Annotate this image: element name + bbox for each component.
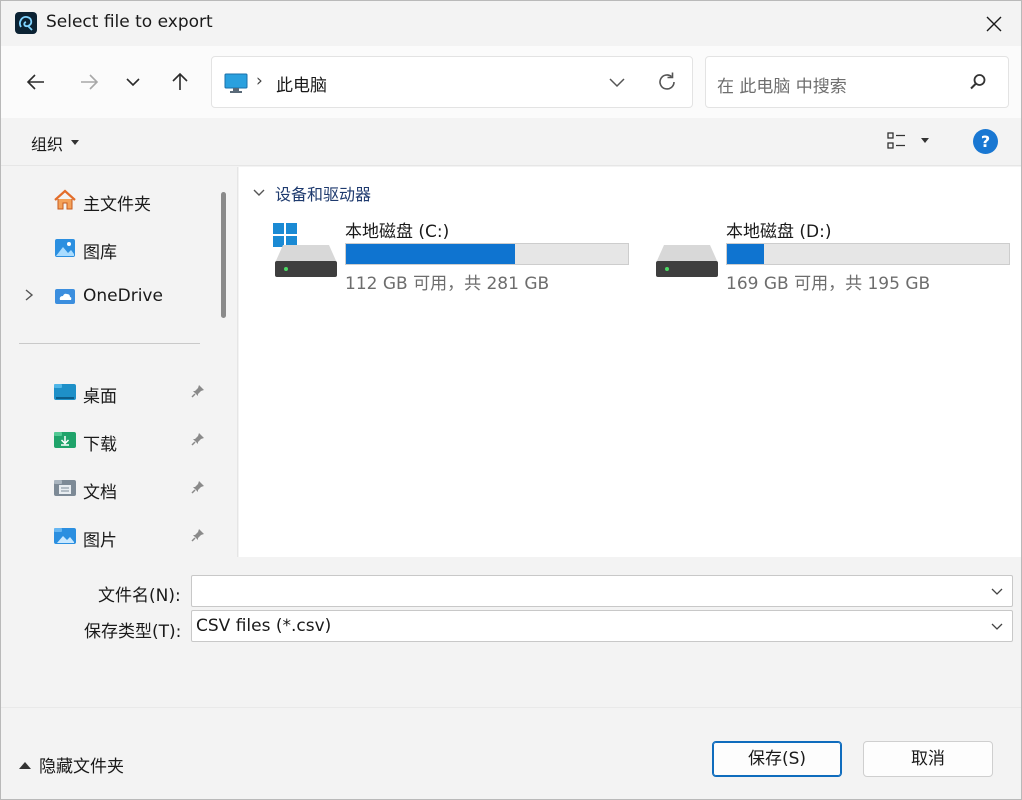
save-button[interactable]: 保存(S) xyxy=(712,741,842,777)
chevron-down-icon xyxy=(126,78,140,87)
drive-usage-fill xyxy=(727,244,764,264)
filetype-value: CSV files (*.csv) xyxy=(196,616,332,636)
sidebar-item-label: OneDrive xyxy=(83,286,163,306)
caret-down-icon xyxy=(71,140,80,145)
onedrive-cloud-icon xyxy=(55,289,75,304)
sidebar-item-home[interactable]: 主文件夹 xyxy=(1,180,213,220)
window-title: Select file to export xyxy=(46,12,213,32)
file-list-pane: 设备和驱动器 本地磁盘 (C:) 112 GB 可用，共 281 GB 本地磁盘… xyxy=(239,167,1021,557)
sidebar-item-downloads[interactable]: 下载 xyxy=(1,420,213,460)
breadcrumb-separator: › xyxy=(256,71,263,91)
organize-menu-button[interactable]: 组织 xyxy=(31,131,80,155)
title-bar: Select file to export xyxy=(1,1,1021,46)
command-bar: 组织 ? xyxy=(1,118,1021,166)
drive-c[interactable]: 本地磁盘 (C:) 112 GB 可用，共 281 GB xyxy=(273,213,653,294)
arrow-up-icon xyxy=(172,72,188,90)
arrow-right-icon xyxy=(81,74,99,90)
address-bar[interactable]: › 此电脑 xyxy=(211,56,693,108)
pin-icon[interactable] xyxy=(191,432,205,446)
search-icon xyxy=(970,74,986,90)
chevron-down-icon[interactable] xyxy=(990,619,1004,633)
drive-free-space: 169 GB 可用，共 195 GB xyxy=(726,274,931,294)
sidebar-scrollbar[interactable] xyxy=(221,192,226,318)
drive-d[interactable]: 本地磁盘 (D:) 169 GB 可用，共 195 GB xyxy=(654,213,1022,294)
forward-button[interactable] xyxy=(74,67,104,97)
drive-usage-bar xyxy=(726,243,1010,265)
sidebar-item-label: 桌面 xyxy=(83,387,117,407)
sidebar-divider xyxy=(19,343,200,344)
dialog-footer: 隐藏文件夹 保存(S) 取消 xyxy=(1,707,1021,799)
refresh-icon[interactable] xyxy=(655,70,679,94)
devices-group-header[interactable]: 设备和驱动器 xyxy=(253,181,371,205)
sidebar-item-onedrive[interactable]: OneDrive xyxy=(1,276,213,316)
sidebar-item-label: 图片 xyxy=(83,531,117,551)
pin-icon[interactable] xyxy=(191,528,205,542)
recent-locations-button[interactable] xyxy=(118,67,148,97)
caret-down-icon xyxy=(921,138,929,143)
sidebar-item-pictures[interactable]: 图片 xyxy=(1,516,213,556)
chevron-down-icon[interactable] xyxy=(990,584,1004,598)
desktop-folder-icon xyxy=(54,384,76,400)
this-pc-icon xyxy=(224,73,248,93)
drive-usage-fill xyxy=(346,244,516,264)
drive-name: 本地磁盘 (D:) xyxy=(726,222,832,242)
hide-folders-button[interactable]: 隐藏文件夹 xyxy=(19,752,124,777)
pane-divider[interactable] xyxy=(237,167,238,557)
change-view-button[interactable] xyxy=(887,132,929,150)
help-button[interactable]: ? xyxy=(973,129,998,154)
save-file-dialog: Select file to export › 此电脑 在 此电脑 中搜索 组织… xyxy=(0,0,1022,800)
navigation-bar: › 此电脑 在 此电脑 中搜索 xyxy=(1,46,1021,118)
sidebar-item-label: 主文件夹 xyxy=(83,195,151,215)
breadcrumb-this-pc[interactable]: 此电脑 xyxy=(276,71,327,96)
close-button[interactable] xyxy=(976,9,1012,39)
chevron-up-icon xyxy=(19,761,31,769)
organize-label: 组织 xyxy=(31,135,64,154)
details-view-icon xyxy=(887,132,905,149)
pin-icon[interactable] xyxy=(191,384,205,398)
pictures-folder-icon xyxy=(54,528,76,544)
sidebar-item-label: 下载 xyxy=(83,435,117,455)
filetype-select[interactable]: CSV files (*.csv) xyxy=(191,610,1013,642)
app-icon xyxy=(15,12,37,34)
chevron-down-icon[interactable] xyxy=(606,71,628,93)
chevron-right-icon[interactable] xyxy=(23,288,35,302)
arrow-left-icon xyxy=(26,74,44,90)
sidebar-item-gallery[interactable]: 图库 xyxy=(1,228,213,268)
drive-name: 本地磁盘 (C:) xyxy=(345,222,450,242)
sidebar-item-label: 文档 xyxy=(83,483,117,503)
drive-free-space: 112 GB 可用，共 281 GB xyxy=(345,274,550,294)
hide-folders-label: 隐藏文件夹 xyxy=(39,757,124,777)
up-button[interactable] xyxy=(165,67,195,97)
documents-folder-icon xyxy=(54,480,76,496)
pin-icon[interactable] xyxy=(191,480,205,494)
downloads-folder-icon xyxy=(54,432,76,448)
hard-drive-icon xyxy=(656,245,718,277)
group-header-label: 设备和驱动器 xyxy=(275,185,372,204)
filetype-label: 保存类型(T): xyxy=(84,622,182,642)
gallery-icon xyxy=(55,239,75,257)
search-placeholder: 在 此电脑 中搜索 xyxy=(717,77,847,97)
search-input[interactable]: 在 此电脑 中搜索 xyxy=(705,56,1009,108)
drive-usage-bar xyxy=(345,243,629,265)
close-icon xyxy=(986,16,1002,32)
system-drive-icon xyxy=(273,223,337,277)
sidebar-item-label: 图库 xyxy=(83,243,117,263)
home-icon xyxy=(54,189,76,210)
save-form: 文件名(N): 保存类型(T): CSV files (*.csv) xyxy=(1,557,1021,707)
cancel-button[interactable]: 取消 xyxy=(863,741,993,777)
navigation-pane: 主文件夹 图库 OneDrive 桌面 下载 文档 图片 xyxy=(1,167,213,557)
back-button[interactable] xyxy=(21,67,51,97)
filename-label: 文件名(N): xyxy=(98,586,181,606)
sidebar-item-desktop[interactable]: 桌面 xyxy=(1,372,213,412)
sidebar-item-documents[interactable]: 文档 xyxy=(1,468,213,508)
chevron-down-icon xyxy=(253,189,265,196)
filename-field[interactable] xyxy=(191,575,1013,607)
